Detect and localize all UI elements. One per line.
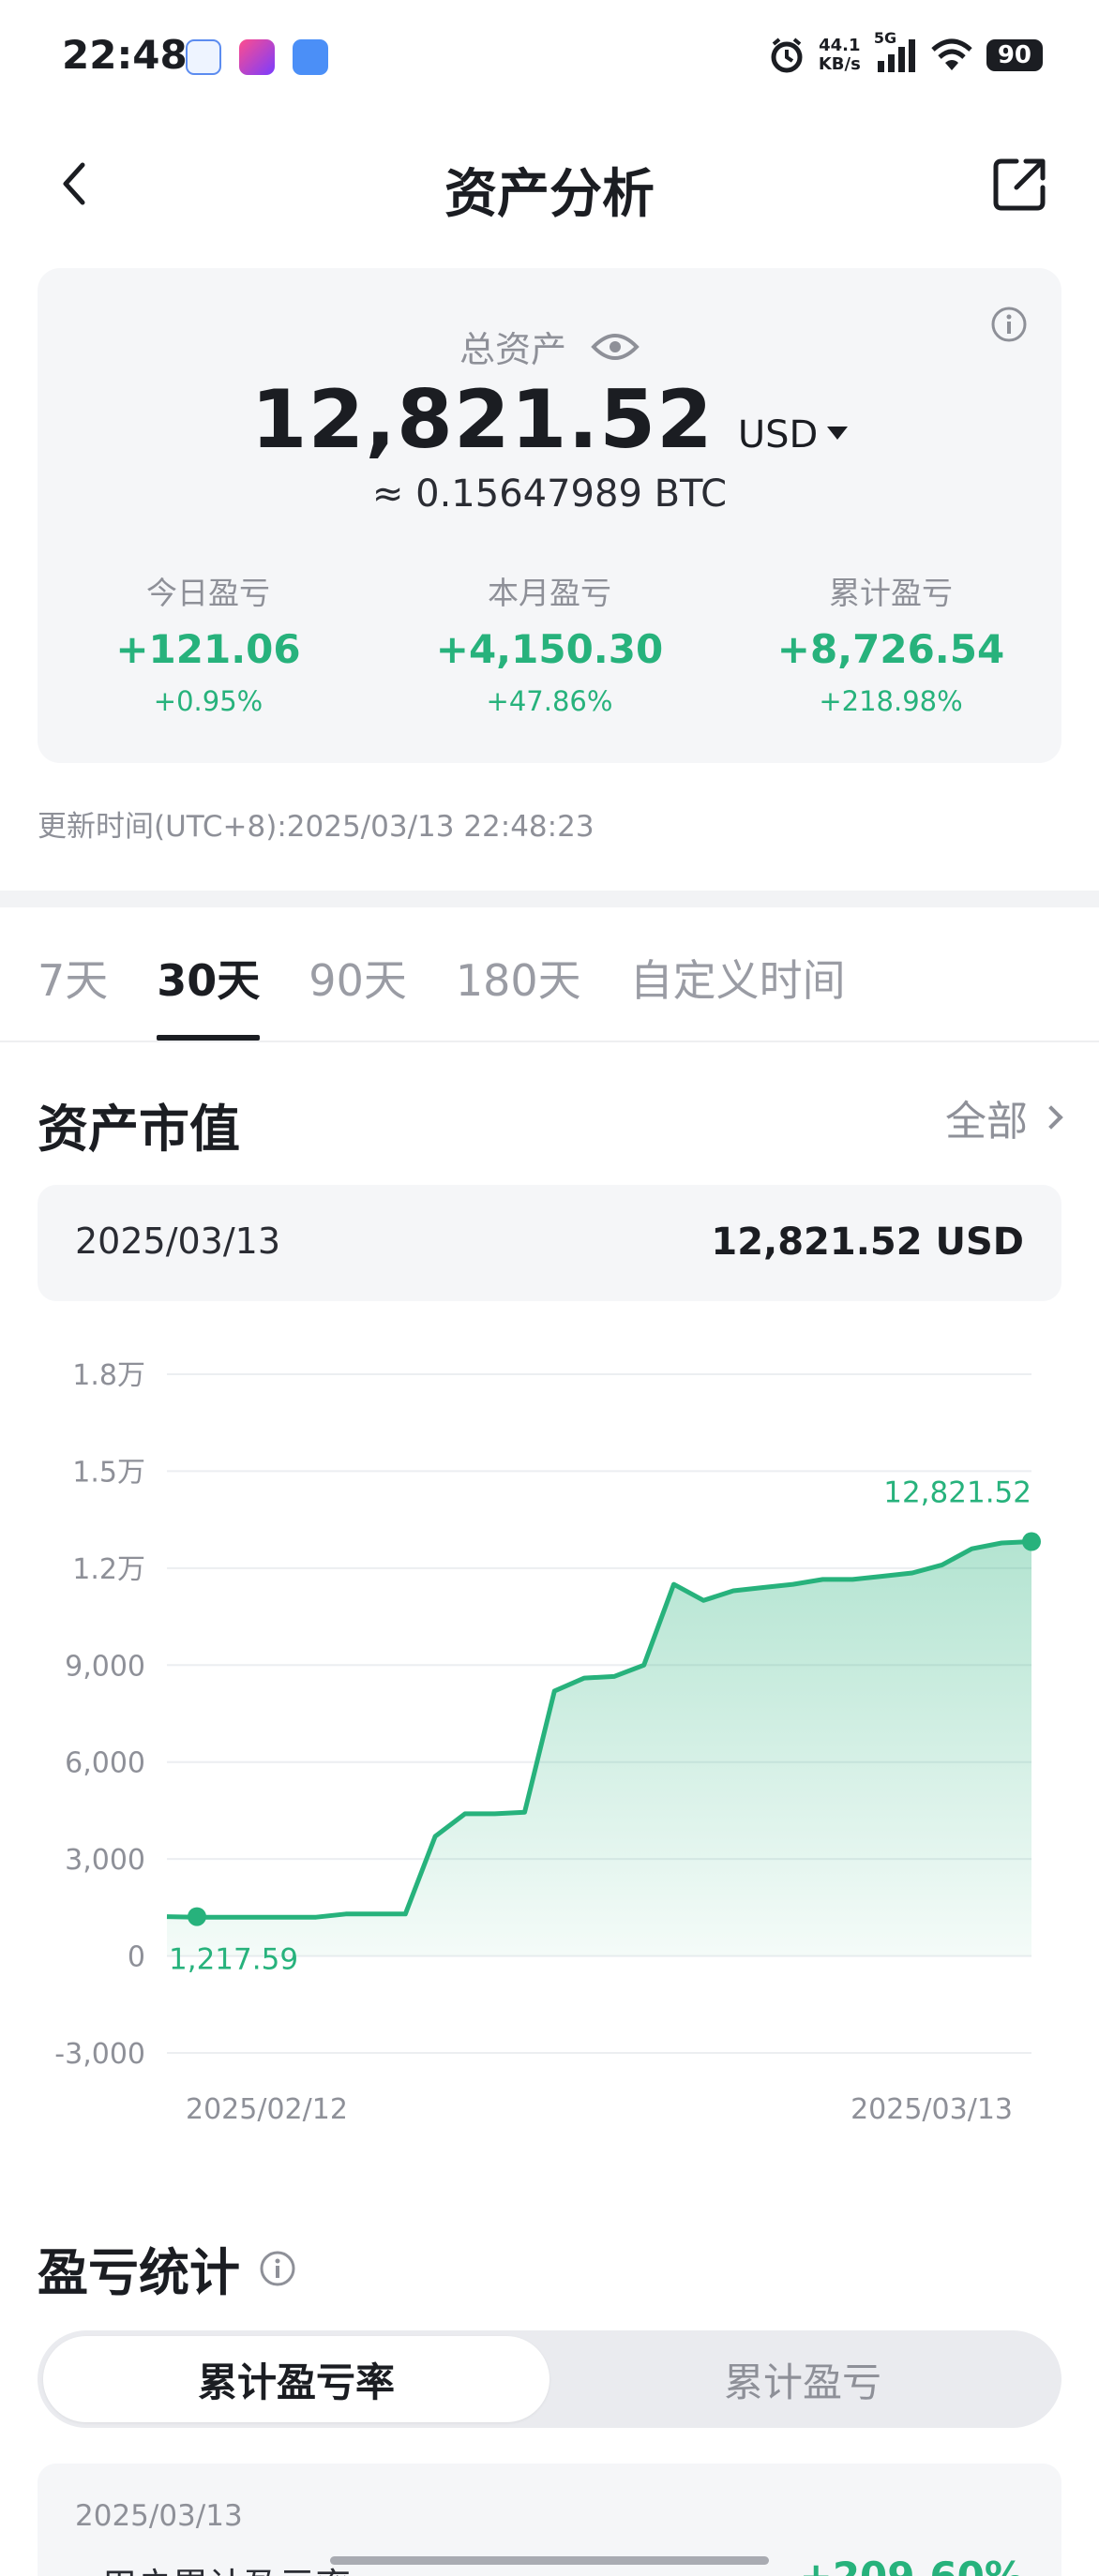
tab-180d[interactable]: 180天: [456, 937, 581, 1041]
pnl-date: 2025/03/13: [75, 2499, 243, 2533]
tab-custom[interactable]: 自定义时间: [630, 937, 846, 1041]
net-speed: 44.1 KB/s: [819, 37, 861, 74]
eye-icon[interactable]: [591, 330, 640, 364]
status-bar: 22:48 44.1 KB/s 5G 90: [0, 0, 1099, 112]
pnl-series-value: +209.60%: [800, 2554, 1024, 2576]
caret-down-icon: [827, 427, 849, 440]
asset-value-title: 资产市值: [38, 1100, 240, 1159]
btc-equivalent: ≈ 0.15647989 BTC: [371, 472, 728, 516]
currency-label: USD: [737, 413, 819, 457]
pnl-title: 盈亏统计: [38, 2243, 240, 2302]
stat-today: 今日盈亏 +121.06 +0.95%: [38, 568, 379, 717]
net-speed-unit: KB/s: [818, 54, 861, 74]
all-link-label: 全部: [945, 1098, 1028, 1146]
segment-cumulative-rate[interactable]: 累计盈亏率: [43, 2336, 550, 2422]
stat-pct: +47.86%: [486, 685, 613, 717]
meitu-app-icon: [239, 39, 275, 75]
selected-value: 12,821.52 USD: [711, 1221, 1024, 1264]
tab-7d[interactable]: 7天: [38, 937, 108, 1041]
y-tick-label: -3,000: [54, 2038, 145, 2071]
network-type: 5G: [873, 29, 897, 47]
chevron-right-icon: [1039, 1105, 1063, 1130]
stat-label: 本月盈亏: [488, 575, 611, 611]
y-tick-label: 9,000: [65, 1650, 145, 1683]
stat-label: 今日盈亏: [146, 575, 270, 611]
total-assets-card: 总资产 12,821.52 USD ≈ 0.15647989 BTC 今日盈亏 …: [38, 268, 1061, 763]
currency-selector[interactable]: USD: [737, 413, 849, 457]
y-tick-label: 1.5万: [72, 1456, 145, 1489]
total-assets-row: 12,821.52 USD: [38, 373, 1061, 467]
stat-month: 本月盈亏 +4,150.30 +47.86%: [379, 568, 720, 717]
y-tick-label: 0: [128, 1941, 145, 1974]
x-tick-label: 2025/03/13: [851, 2093, 1013, 2126]
selected-date: 2025/03/13: [75, 1221, 281, 1262]
stat-pct: +218.98%: [819, 685, 963, 717]
stat-pct: +0.95%: [153, 685, 263, 717]
info-icon[interactable]: [259, 2250, 296, 2287]
x-tick-label: 2025/02/12: [186, 2093, 348, 2126]
end-point: [1022, 1532, 1041, 1551]
share-icon[interactable]: [988, 154, 1050, 216]
chart-area: [167, 1541, 1031, 1956]
blue-app-icon: [293, 39, 328, 75]
end-value-label: 12,821.52: [883, 1476, 1031, 1510]
y-tick-label: 3,000: [65, 1844, 145, 1877]
stat-cumulative: 累计盈亏 +8,726.54 +218.98%: [720, 568, 1061, 717]
time-range-tabs: 7天 30天 90天 180天 自定义时间: [38, 937, 846, 1041]
net-speed-value: 44.1: [819, 36, 861, 55]
page-title: 资产分析: [444, 164, 655, 225]
battery-icon: 90: [986, 39, 1043, 71]
pnl-title-row: 盈亏统计: [38, 2231, 296, 2305]
total-assets-label-row: 总资产: [38, 321, 1061, 372]
pnl-series-label: 用户累计盈亏率: [101, 2557, 351, 2576]
y-tick-label: 1.2万: [72, 1553, 145, 1586]
wifi-icon: [931, 38, 972, 70]
asset-value-chart[interactable]: 1.8万 1.5万 1.2万 9,000 6,000 3,000 0 -3,000 2025/0…: [0, 1331, 1099, 2156]
section-divider: [0, 891, 1099, 907]
start-point: [188, 1907, 206, 1926]
stat-value: +121.06: [115, 626, 301, 672]
stat-value: +8,726.54: [776, 626, 1005, 672]
start-value-label: 1,217.59: [169, 1943, 298, 1977]
pnl-series-row: 用户累计盈亏率: [75, 2557, 351, 2576]
home-indicator[interactable]: [330, 2556, 769, 2565]
y-tick-label: 1.8万: [72, 1359, 145, 1392]
pnl-segment-control: 累计盈亏率 累计盈亏: [38, 2330, 1061, 2428]
all-link[interactable]: 全部: [945, 1087, 1063, 1147]
tab-30d[interactable]: 30天: [157, 937, 261, 1041]
tabs-divider: [0, 1041, 1099, 1042]
selected-value-box: 2025/03/13 12,821.52 USD: [38, 1185, 1061, 1301]
header: 资产分析: [0, 131, 1099, 244]
total-assets-label: 总资产: [459, 329, 566, 370]
qq-app-icon: [186, 39, 221, 75]
segment-cumulative-pnl[interactable]: 累计盈亏: [550, 2336, 1056, 2422]
alarm-icon: [771, 37, 803, 73]
update-time: 更新时间(UTC+8):2025/03/13 22:48:23: [38, 810, 595, 844]
tab-90d[interactable]: 90天: [309, 937, 407, 1041]
stat-value: +4,150.30: [435, 626, 664, 672]
pnl-stats-row: 今日盈亏 +121.06 +0.95% 本月盈亏 +4,150.30 +47.8…: [38, 568, 1061, 717]
y-tick-label: 6,000: [65, 1747, 145, 1780]
status-right: 44.1 KB/s 5G 90: [768, 29, 1043, 79]
total-assets-value: 12,821.52: [250, 373, 714, 467]
status-time: 22:48: [62, 32, 188, 78]
stat-label: 累计盈亏: [829, 575, 953, 611]
signal-icon: 5G: [874, 29, 917, 74]
